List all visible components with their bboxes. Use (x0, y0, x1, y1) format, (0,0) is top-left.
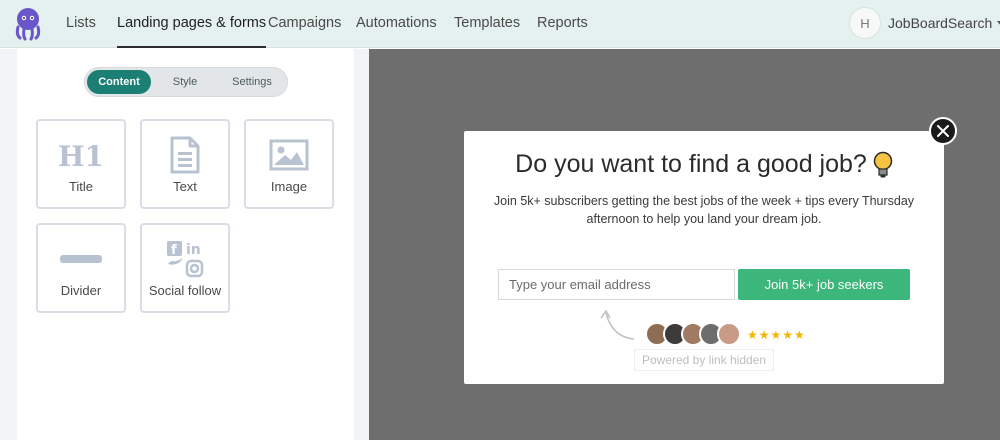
octopus-logo-icon[interactable] (14, 7, 42, 41)
avatar (717, 322, 741, 346)
panel-divider (354, 49, 369, 440)
block-label: Text (173, 179, 197, 194)
block-label: Image (270, 179, 308, 194)
popup-form: Do you want to find a good job? Join 5k+… (464, 131, 944, 384)
block-label: Divider (60, 283, 102, 298)
nav-lists[interactable]: Lists (66, 0, 96, 48)
nav-templates[interactable]: Templates (454, 0, 520, 48)
join-button[interactable]: Join 5k+ job seekers (738, 269, 910, 300)
lightbulb-icon (873, 151, 893, 177)
svg-text:f: f (171, 243, 177, 258)
block-label: Social follow (148, 283, 222, 298)
nav-landing-pages-forms[interactable]: Landing pages & forms (117, 0, 267, 48)
powered-by-link[interactable]: Powered by link hidden (634, 349, 774, 371)
account-menu[interactable]: H JobBoardSearch (849, 7, 1000, 39)
svg-text:H1: H1 (58, 141, 104, 169)
nav-campaigns[interactable]: Campaigns (268, 0, 341, 48)
tab-content[interactable]: Content (87, 70, 151, 94)
tab-style[interactable]: Style (155, 70, 215, 94)
avatar[interactable]: H (849, 7, 881, 39)
block-title[interactable]: H1 Title (36, 119, 126, 209)
block-text[interactable]: Text (140, 119, 230, 209)
block-social-follow[interactable]: f in Social follow (140, 223, 230, 313)
block-label: Title (68, 179, 94, 194)
h1-icon: H1 (38, 135, 124, 175)
editor-tab-switch: Content Style Settings (84, 67, 288, 97)
email-field[interactable] (498, 269, 735, 300)
svg-text:in: in (186, 242, 201, 258)
popup-title: Do you want to find a good job? (515, 150, 867, 178)
account-name[interactable]: JobBoardSearch (888, 15, 992, 31)
nav-reports[interactable]: Reports (537, 0, 588, 48)
social-icons: f in (142, 239, 228, 279)
divider-icon (38, 239, 124, 279)
popup-description: Join 5k+ subscribers getting the best jo… (493, 194, 915, 226)
top-navigation: Lists Landing pages & forms Campaigns Au… (0, 0, 1000, 48)
left-gutter (0, 49, 17, 440)
close-button[interactable] (929, 117, 957, 145)
tab-settings[interactable]: Settings (219, 70, 285, 94)
block-image[interactable]: Image (244, 119, 334, 209)
document-icon (142, 135, 228, 175)
rating-stars: ★★★★★ (747, 328, 806, 342)
subscriber-avatars (645, 322, 741, 348)
nav-automations[interactable]: Automations (356, 0, 437, 48)
close-icon (937, 125, 949, 137)
block-divider[interactable]: Divider (36, 223, 126, 313)
image-icon (246, 135, 332, 175)
curved-arrow-icon (600, 309, 635, 340)
popup-title-row: Do you want to find a good job? (464, 150, 944, 179)
